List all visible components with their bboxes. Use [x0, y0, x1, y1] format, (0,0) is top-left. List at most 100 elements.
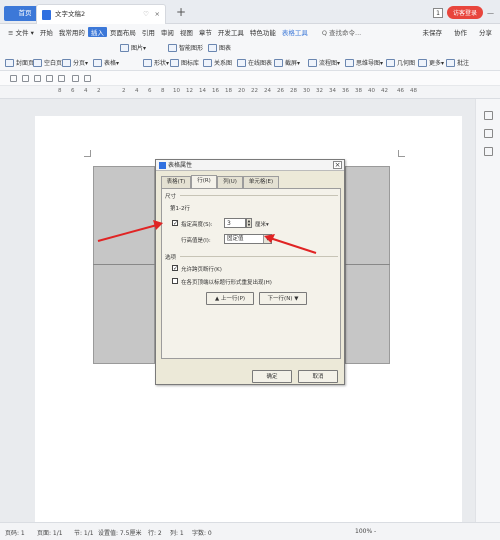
size-section-label: 尺寸: [165, 194, 177, 200]
document-tab-label: 文字文稿2: [55, 10, 86, 18]
ruler-tick: 4: [84, 88, 88, 94]
document-tab[interactable]: 文字文稿2 ♡ ×: [36, 4, 166, 24]
ribbon-relation[interactable]: 关系图: [203, 58, 232, 67]
next-row-button[interactable]: 下一行(N) ▼: [259, 292, 307, 305]
prev-row-button[interactable]: ▲ 上一行(P): [206, 292, 254, 305]
new-tab-icon[interactable]: +: [176, 5, 186, 19]
geometry-icon: [386, 58, 395, 67]
ribbon-picture[interactable]: 图片▾: [120, 43, 146, 52]
menu-chapter[interactable]: 章节: [196, 27, 215, 37]
ribbon-comment[interactable]: 批注: [446, 58, 469, 67]
row-height-select[interactable]: 固定值 ▼: [224, 234, 272, 244]
undo-icon[interactable]: [72, 75, 79, 82]
dialog-titlebar[interactable]: 表格属性 ×: [156, 160, 344, 171]
tab-close-icon[interactable]: ×: [155, 5, 160, 23]
print-icon[interactable]: [46, 75, 53, 82]
settings-icon[interactable]: [484, 147, 493, 156]
ribbon-screenshot[interactable]: 截屏▾: [274, 58, 300, 67]
repeat-header-label: 在各页顶端以标题行形式重复出现(H): [181, 280, 272, 286]
ribbon-flowchart[interactable]: 流程图▾: [308, 58, 340, 67]
share-button[interactable]: 分享: [476, 27, 495, 37]
ruler-tick: 48: [410, 88, 417, 94]
menu-view[interactable]: 视图: [177, 27, 196, 37]
menu-features[interactable]: 特色功能: [247, 27, 279, 37]
count-badge[interactable]: 1: [432, 7, 443, 18]
page-corner-mark: [398, 150, 405, 157]
menu-file[interactable]: ≡ 文件 ▾: [5, 27, 37, 37]
chevron-down-icon[interactable]: ▼: [263, 235, 271, 243]
open-icon[interactable]: [22, 75, 29, 82]
ruler-tick: 16: [212, 88, 219, 94]
menu-frequent[interactable]: 我常用的: [56, 27, 88, 37]
ribbon-chart[interactable]: 图表: [208, 43, 231, 52]
ruler-tick: 2: [97, 88, 101, 94]
menu-developer[interactable]: 开发工具: [215, 27, 247, 37]
table-left-part[interactable]: [93, 166, 155, 364]
ok-button[interactable]: 确定: [252, 370, 292, 383]
allow-break-label: 允许跨页断行(K): [181, 267, 222, 273]
menu-reference[interactable]: 引用: [139, 27, 158, 37]
page-break-icon: [62, 58, 71, 67]
redo-icon[interactable]: [84, 75, 91, 82]
picture-icon: [120, 43, 129, 52]
export-icon[interactable]: [34, 75, 41, 82]
ruler-tick: 8: [58, 88, 62, 94]
menu-table-tools[interactable]: 表格工具: [279, 27, 311, 37]
tab-column[interactable]: 列(U): [217, 176, 243, 188]
menu-insert[interactable]: 插入: [87, 26, 107, 37]
tab-dot-icon[interactable]: ♡: [143, 5, 149, 23]
ruler-tick: 42: [381, 88, 388, 94]
ribbon-smartart[interactable]: 智能图形: [168, 43, 203, 52]
menu-home[interactable]: 开始: [37, 27, 56, 37]
ribbon-mindmap[interactable]: 思维导图▾: [345, 58, 383, 67]
preview-icon[interactable]: [58, 75, 65, 82]
screenshot-icon: [274, 58, 283, 67]
ribbon-blank-page[interactable]: 空白页▾: [33, 58, 65, 67]
status-pages[interactable]: 页面: 1/1: [37, 528, 63, 537]
tab-cell[interactable]: 单元格(E): [243, 176, 279, 188]
ribbon-icon-library[interactable]: 图标库: [170, 58, 199, 67]
status-setting[interactable]: 设置值: 7.5厘米: [98, 528, 141, 537]
ruler-tick: 6: [71, 88, 75, 94]
ruler-tick: 22: [251, 88, 258, 94]
ribbon-table[interactable]: 表格▾: [93, 58, 119, 67]
status-row[interactable]: 行: 2: [148, 528, 162, 537]
collaborate-button[interactable]: 协作: [451, 27, 470, 37]
allow-break-checkbox[interactable]: ✓: [172, 265, 178, 272]
cancel-button[interactable]: 取消: [298, 370, 338, 383]
ruler-tick: 30: [303, 88, 310, 94]
status-page-number[interactable]: 页码: 1: [5, 528, 25, 537]
menu-review[interactable]: 审阅: [158, 27, 177, 37]
ribbon-more[interactable]: 更多▾: [418, 58, 444, 67]
unsaved-status[interactable]: 未保存: [420, 27, 446, 37]
height-spinner[interactable]: ▲ ▼: [246, 218, 252, 228]
unit-select[interactable]: 厘米▾: [255, 220, 269, 228]
login-button[interactable]: 访客登录: [446, 6, 483, 19]
ruler-tick: 40: [368, 88, 375, 94]
menu-layout[interactable]: 页面布局: [107, 27, 139, 37]
status-word-count[interactable]: 字数: 0: [192, 528, 212, 537]
save-icon[interactable]: [10, 75, 17, 82]
status-section[interactable]: 节: 1/1: [74, 528, 94, 537]
ribbon-geometry[interactable]: 几何图: [386, 58, 415, 67]
zoom-level[interactable]: 100% -: [355, 528, 376, 535]
ribbon-shape[interactable]: 形状▾: [143, 58, 169, 67]
status-column[interactable]: 列: 1: [170, 528, 184, 537]
repeat-header-checkbox[interactable]: [172, 278, 178, 284]
ribbon-page-break[interactable]: 分页▾: [62, 58, 88, 67]
specify-height-checkbox[interactable]: ✓: [172, 220, 178, 227]
ribbon-online-chart[interactable]: 在线图表: [237, 58, 272, 67]
edit-icon[interactable]: [484, 129, 493, 138]
tab-table[interactable]: 表格(T): [161, 176, 191, 188]
tab-row[interactable]: 行(R): [191, 175, 217, 188]
close-icon[interactable]: ×: [333, 161, 342, 169]
table-row-divider: [93, 264, 155, 265]
ruler-tick: 10: [173, 88, 180, 94]
menu-search[interactable]: Q 查找命令...: [319, 27, 364, 37]
minimize-icon[interactable]: —: [487, 9, 494, 17]
height-input[interactable]: 3: [224, 218, 246, 228]
row-height-value: 固定值: [227, 236, 244, 242]
section-divider: [180, 256, 338, 257]
style-icon[interactable]: [484, 111, 493, 120]
table-right-part[interactable]: [345, 166, 390, 364]
